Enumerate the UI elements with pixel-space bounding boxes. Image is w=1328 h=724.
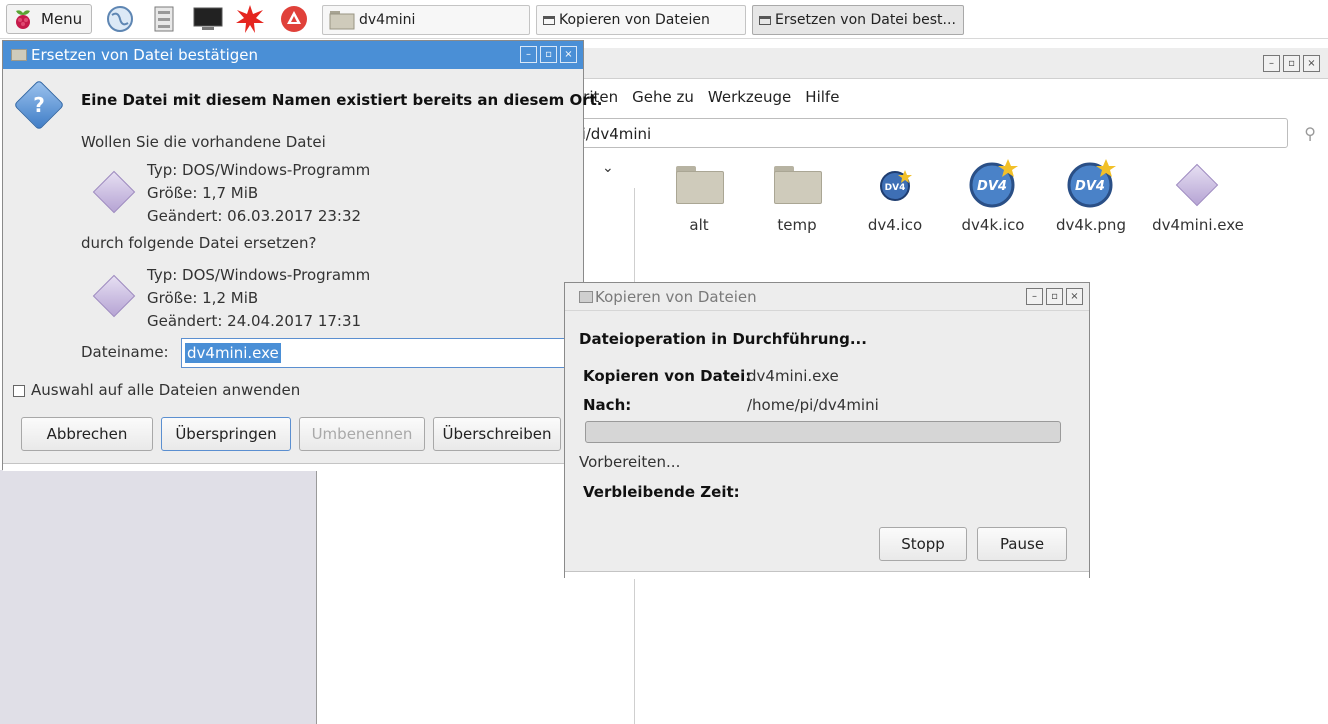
dv4-icon: DV4 (880, 170, 912, 201)
file-manager-menubar: oriten Gehe zu Werkzeuge Hilfe (564, 80, 1328, 114)
folder-icon (774, 166, 822, 204)
destination-label: Nach: (583, 396, 632, 414)
filename-value: dv4mini.exe (185, 343, 281, 363)
maximize-button[interactable]: ▫ (1046, 288, 1063, 305)
svg-text:DV4: DV4 (1075, 179, 1105, 194)
dialog-bottom-edge (565, 571, 1089, 579)
dialog-heading: Eine Datei mit diesem Namen existiert be… (81, 91, 603, 109)
remaining-time-label: Verbleibende Zeit: (583, 483, 740, 501)
existing-modified: Geändert: 06.03.2017 23:32 (147, 207, 362, 225)
window-icon (579, 291, 593, 303)
file-manager-icon[interactable] (148, 4, 180, 34)
rename-button[interactable]: Umbenennen (299, 417, 425, 451)
file-label: temp (777, 216, 817, 234)
overwrite-button[interactable]: Überschreiben (433, 417, 561, 451)
file-manager-titlebar: – ▫ × (564, 48, 1328, 79)
copy-from-label: Kopieren von Datei: (583, 367, 752, 385)
stop-button[interactable]: Stopp (879, 527, 967, 561)
destination-value: /home/pi/dv4mini (747, 396, 879, 414)
task-label: Kopieren von Dateien (559, 12, 710, 28)
folder-icon (11, 49, 27, 61)
status-text: Vorbereiten... (579, 453, 681, 471)
folder-icon (676, 166, 724, 204)
menu-help[interactable]: Hilfe (805, 88, 839, 106)
task-dv4mini[interactable]: dv4mini (322, 5, 530, 35)
menu-label: Menu (41, 10, 83, 28)
executable-icon (1175, 163, 1219, 207)
mathematica-icon[interactable] (234, 4, 266, 34)
minimize-button[interactable]: – (1263, 55, 1280, 72)
close-button[interactable]: × (560, 46, 577, 63)
replacement-size: Größe: 1,2 MiB (147, 289, 259, 307)
file-label: dv4mini.exe (1152, 216, 1244, 234)
dialog-titlebar: Ersetzen von Datei bestätigen – ▫ × (3, 41, 583, 69)
file-label: dv4k.ico (961, 216, 1025, 234)
terminal-icon[interactable] (192, 4, 224, 34)
apply-all-checkbox[interactable] (13, 385, 25, 397)
maximize-button[interactable]: ▫ (1283, 55, 1300, 72)
copy-progress-bar (585, 421, 1061, 443)
filename-field[interactable]: dv4mini.exe (181, 338, 569, 368)
close-button[interactable]: × (1303, 55, 1320, 72)
web-browser-icon[interactable] (104, 4, 136, 34)
replace-question: durch folgende Datei ersetzen? (81, 234, 317, 252)
task-label: dv4mini (359, 12, 416, 28)
maximize-button[interactable]: ▫ (540, 46, 557, 63)
pause-button[interactable]: Pause (977, 527, 1067, 561)
close-button[interactable]: × (1066, 288, 1083, 305)
operation-heading: Dateioperation in Durchführung... (579, 330, 867, 348)
task-replace-file[interactable]: Ersetzen von Datei best... (752, 5, 964, 35)
apply-all-label[interactable]: Auswahl auf alle Dateien anwenden (31, 381, 300, 399)
menu-goto[interactable]: Gehe zu (632, 88, 694, 106)
dialog-bottom-edge (3, 463, 583, 471)
replacement-type: Typ: DOS/Windows-Programm (147, 266, 371, 284)
chevron-down-icon[interactable]: ⌄ (602, 160, 614, 176)
path-go-icon[interactable]: ⚲ (1304, 124, 1316, 143)
cancel-button[interactable]: Abbrechen (21, 417, 153, 451)
dv4-icon: DV4 (1067, 159, 1116, 208)
file-label: dv4.ico (867, 216, 923, 234)
task-label: Ersetzen von Datei best... (775, 12, 956, 28)
executable-icon (92, 170, 136, 214)
replace-file-dialog: Ersetzen von Datei bestätigen – ▫ × ? Ei… (2, 40, 602, 471)
svg-text:DV4: DV4 (885, 183, 906, 193)
minimize-button[interactable]: – (520, 46, 537, 63)
file-label: alt (689, 216, 709, 234)
dialog-title: Ersetzen von Datei bestätigen (31, 46, 259, 64)
taskbar: Menu dv4mini Kopieren von Dateien Ersetz… (0, 0, 1328, 39)
path-input[interactable]: /pi/dv4mini (544, 118, 1288, 148)
dv4-icon: DV4 (969, 159, 1018, 208)
raspberry-icon (16, 10, 30, 29)
existing-size: Größe: 1,7 MiB (147, 184, 259, 202)
svg-text:DV4: DV4 (977, 179, 1007, 194)
existing-type: Typ: DOS/Windows-Programm (147, 161, 371, 179)
folder-icon (329, 11, 355, 30)
wolfram-icon[interactable] (278, 4, 310, 34)
dialog-titlebar: Kopieren von Dateien – ▫ × (565, 283, 1089, 311)
copy-files-dialog: Kopieren von Dateien – ▫ × Dateioperatio… (564, 282, 1090, 579)
executable-icon (92, 274, 136, 318)
path-bar: /pi/dv4mini ⚲ (544, 118, 1328, 152)
window-icon (759, 15, 771, 25)
question-mark-glyph: ? (33, 93, 45, 117)
menu-tools[interactable]: Werkzeuge (708, 88, 791, 106)
minimize-button[interactable]: – (1026, 288, 1043, 305)
window-icon (543, 15, 555, 25)
replacement-modified: Geändert: 24.04.2017 17:31 (147, 312, 362, 330)
task-copy-files[interactable]: Kopieren von Dateien (536, 5, 746, 35)
menu-button[interactable]: Menu (6, 4, 92, 34)
copy-from-value: dv4mini.exe (747, 367, 839, 385)
existing-question: Wollen Sie die vorhandene Datei (81, 133, 326, 151)
skip-button[interactable]: Überspringen (161, 417, 291, 451)
dialog-title: Kopieren von Dateien (595, 287, 757, 306)
file-label: dv4k.png (1056, 216, 1126, 234)
side-pane (0, 470, 317, 724)
filename-label: Dateiname: (81, 343, 169, 361)
